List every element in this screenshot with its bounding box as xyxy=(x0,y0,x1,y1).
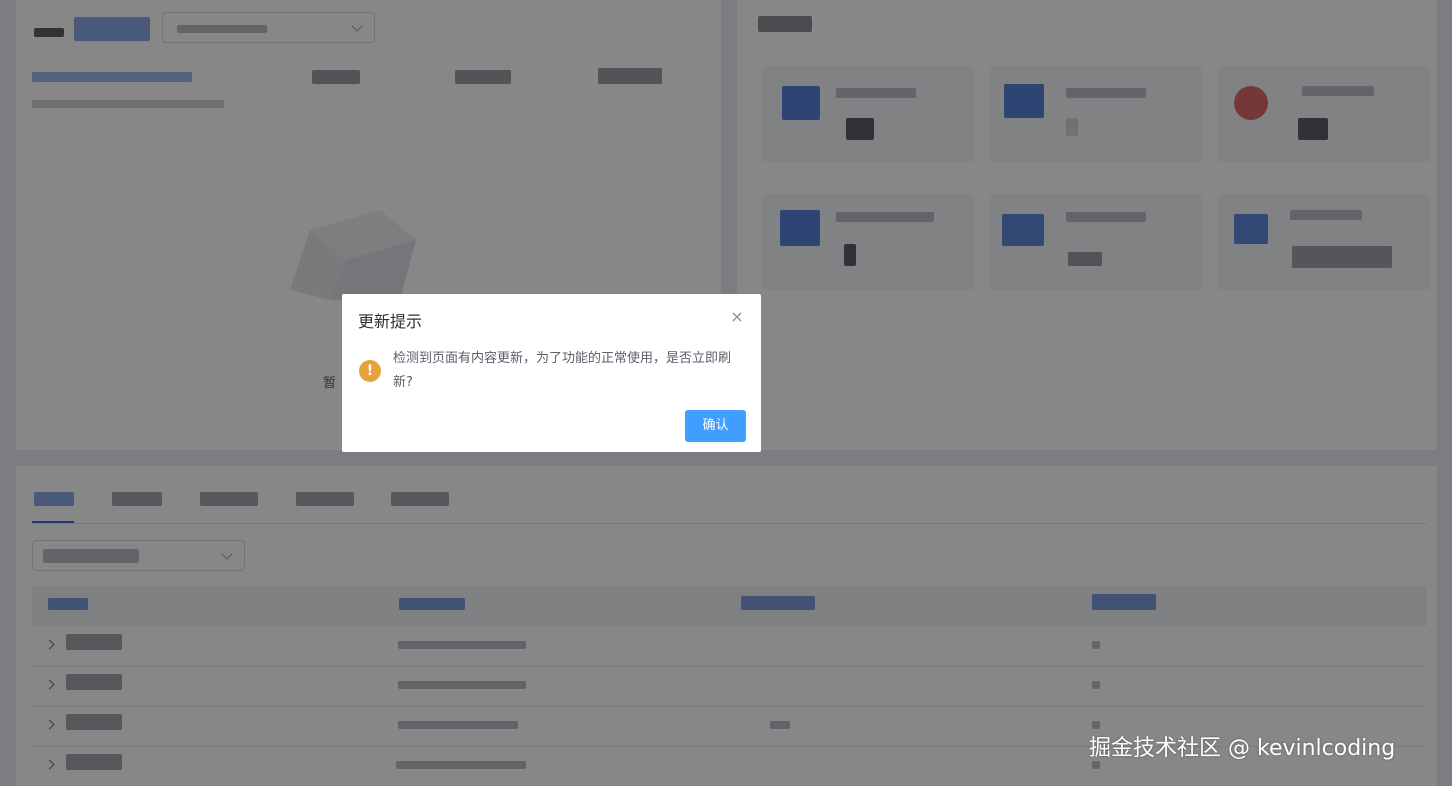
dialog-title: 更新提示 xyxy=(358,312,423,331)
watermark-text: 掘金技术社区 @ kevinlcoding xyxy=(1089,736,1396,761)
close-icon[interactable]: × xyxy=(728,308,746,326)
dialog-message: 检测到页面有内容更新，为了功能的正常使用，是否立即刷新? xyxy=(393,351,732,390)
confirm-button[interactable]: 确认 xyxy=(685,410,746,442)
update-dialog: 更新提示 × ! 检测到页面有内容更新，为了功能的正常使用，是否立即刷新? 确认 xyxy=(342,294,761,452)
exclamation-circle-icon: ! xyxy=(359,360,381,382)
